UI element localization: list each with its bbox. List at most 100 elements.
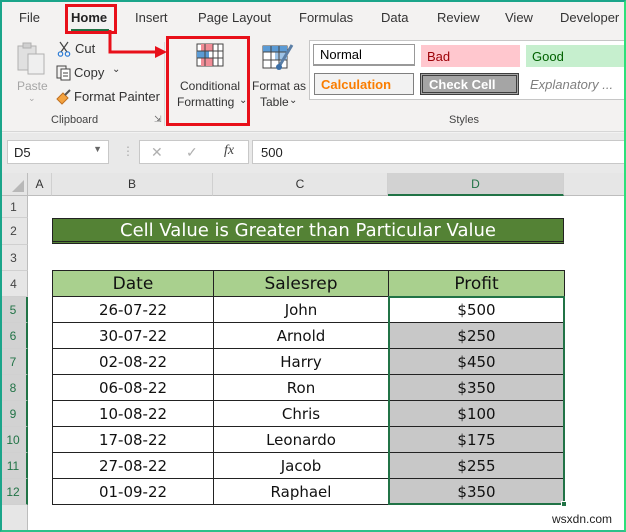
name-box-value: D5 <box>14 145 31 160</box>
paste-label: Paste <box>17 79 48 93</box>
tab-view[interactable]: View <box>505 10 533 25</box>
fill-handle[interactable] <box>561 501 567 507</box>
paintbrush-icon <box>56 89 71 105</box>
row-header-9[interactable]: 9 <box>0 401 28 427</box>
cell-date[interactable]: 10-08-22 <box>52 400 214 427</box>
column-header-b[interactable]: B <box>52 173 213 196</box>
row-header-8[interactable]: 8 <box>0 375 28 401</box>
conditional-formatting-highlight-box <box>166 36 250 126</box>
tab-review[interactable]: Review <box>437 10 480 25</box>
paste-icon <box>17 42 45 75</box>
style-explanatory-label: Explanatory ... <box>530 76 614 92</box>
formula-input[interactable]: 500 <box>252 140 626 164</box>
cell-salesrep[interactable]: Ron <box>213 374 389 401</box>
cell-salesrep[interactable]: John <box>213 296 389 323</box>
header-salesrep[interactable]: Salesrep <box>213 270 389 297</box>
cell-profit[interactable]: $250 <box>388 322 565 349</box>
tab-file[interactable]: File <box>19 10 40 25</box>
insert-function-icon[interactable]: fx <box>224 143 234 159</box>
style-calculation-label: Calculation <box>321 76 392 92</box>
format-as-table-button[interactable]: Format as Table ⌄ <box>250 40 306 112</box>
row-header-11[interactable]: 11 <box>0 453 28 479</box>
cancel-icon[interactable]: ✕ <box>151 144 163 161</box>
cell-profit[interactable]: $350 <box>388 374 565 401</box>
format-as-table-label-line1: Format as <box>252 79 307 93</box>
select-all-triangle-icon <box>12 180 24 192</box>
chevron-down-icon: ⌄ <box>28 93 36 103</box>
cell-salesrep[interactable]: Jacob <box>213 452 389 479</box>
annotation-arrow-icon <box>108 30 167 58</box>
cut-label: Cut <box>75 41 96 56</box>
tab-formulas[interactable]: Formulas <box>299 10 353 25</box>
chevron-down-icon[interactable]: ▼ <box>93 144 102 154</box>
style-good-label: Good <box>532 48 564 64</box>
tab-data[interactable]: Data <box>381 10 408 25</box>
name-box[interactable]: D5 ▼ <box>7 140 109 164</box>
column-header-d[interactable]: D <box>388 173 564 196</box>
format-painter-label: Format Painter <box>74 89 160 104</box>
scissors-icon <box>57 41 71 57</box>
cell-salesrep[interactable]: Leonardo <box>213 426 389 453</box>
format-painter-button[interactable]: Format Painter <box>55 88 160 106</box>
cell-salesrep[interactable]: Harry <box>213 348 389 375</box>
cell-salesrep[interactable]: Chris <box>213 400 389 427</box>
drag-handle-icon[interactable]: ⋮ <box>122 144 134 158</box>
style-bad[interactable]: Bad <box>421 45 520 67</box>
format-as-table-icon <box>262 44 294 70</box>
row-header-7[interactable]: 7 <box>0 349 28 375</box>
row-header-10[interactable]: 10 <box>0 427 28 453</box>
cell-date[interactable]: 17-08-22 <box>52 426 214 453</box>
header-date[interactable]: Date <box>52 270 214 297</box>
enter-checkmark-icon[interactable]: ✓ <box>186 144 198 161</box>
paste-button[interactable]: Paste ⌄ <box>12 40 50 110</box>
chevron-down-icon[interactable]: ⌄ <box>112 64 120 75</box>
cell-date[interactable]: 26-07-22 <box>52 296 214 323</box>
sheet-title-cell[interactable]: Cell Value is Greater than Particular Va… <box>52 218 564 244</box>
formula-buttons: ✕ ✓ fx <box>139 140 249 164</box>
cell-profit[interactable]: $255 <box>388 452 565 479</box>
cell-date[interactable]: 02-08-22 <box>52 348 214 375</box>
style-explanatory[interactable]: Explanatory ... <box>524 73 626 95</box>
dialog-launcher-icon[interactable]: ⇲ <box>154 114 162 125</box>
row-header-empty <box>0 505 28 532</box>
tab-page-layout[interactable]: Page Layout <box>198 10 271 25</box>
tab-developer[interactable]: Developer <box>560 10 619 25</box>
format-as-table-label-line2: Table <box>260 95 289 109</box>
style-bad-label: Bad <box>427 48 451 64</box>
copy-label: Copy <box>74 65 105 80</box>
chevron-down-icon: ⌄ <box>289 95 298 106</box>
copy-icon <box>56 65 71 81</box>
row-header-3[interactable]: 3 <box>0 245 28 271</box>
style-calculation[interactable]: Calculation <box>314 73 414 95</box>
formula-bar: D5 ▼ ⋮ ✕ ✓ fx 500 <box>0 133 626 173</box>
column-header-c[interactable]: C <box>213 173 388 196</box>
copy-button[interactable]: Copy ⌄ <box>55 64 125 82</box>
cell-salesrep[interactable]: Arnold <box>213 322 389 349</box>
select-all-button[interactable] <box>0 173 28 196</box>
column-header-a[interactable]: A <box>28 173 52 196</box>
cell-styles-gallery: Normal Bad Good Calculation Check Cell E… <box>309 40 626 100</box>
row-header-1[interactable]: 1 <box>0 196 28 218</box>
style-good[interactable]: Good <box>526 45 626 67</box>
cell-date[interactable]: 06-08-22 <box>52 374 214 401</box>
cell-profit[interactable]: $175 <box>388 426 565 453</box>
cell-profit[interactable]: $100 <box>388 400 565 427</box>
row-header-5[interactable]: 5 <box>0 297 28 323</box>
style-normal[interactable]: Normal <box>313 44 415 66</box>
header-profit[interactable]: Profit <box>388 270 565 297</box>
cell-date[interactable]: 27-08-22 <box>52 452 214 479</box>
tab-insert[interactable]: Insert <box>135 10 168 25</box>
cell-date[interactable]: 01-09-22 <box>52 478 214 505</box>
cell-profit[interactable]: $450 <box>388 348 565 375</box>
row-header-12[interactable]: 12 <box>0 479 28 505</box>
style-check-cell-label: Check Cell <box>429 76 496 92</box>
row-header-6[interactable]: 6 <box>0 323 28 349</box>
cell-profit[interactable]: $500 <box>388 296 565 323</box>
cell-profit[interactable]: $350 <box>388 478 565 505</box>
cell-salesrep[interactable]: Raphael <box>213 478 389 505</box>
cell-date[interactable]: 30-07-22 <box>52 322 214 349</box>
style-check-cell[interactable]: Check Cell <box>420 73 519 95</box>
row-header-4[interactable]: 4 <box>0 271 28 297</box>
ribbon: Paste ⌄ Cut Copy ⌄ Format Painter Clipbo… <box>0 36 626 132</box>
row-header-2[interactable]: 2 <box>0 218 28 245</box>
